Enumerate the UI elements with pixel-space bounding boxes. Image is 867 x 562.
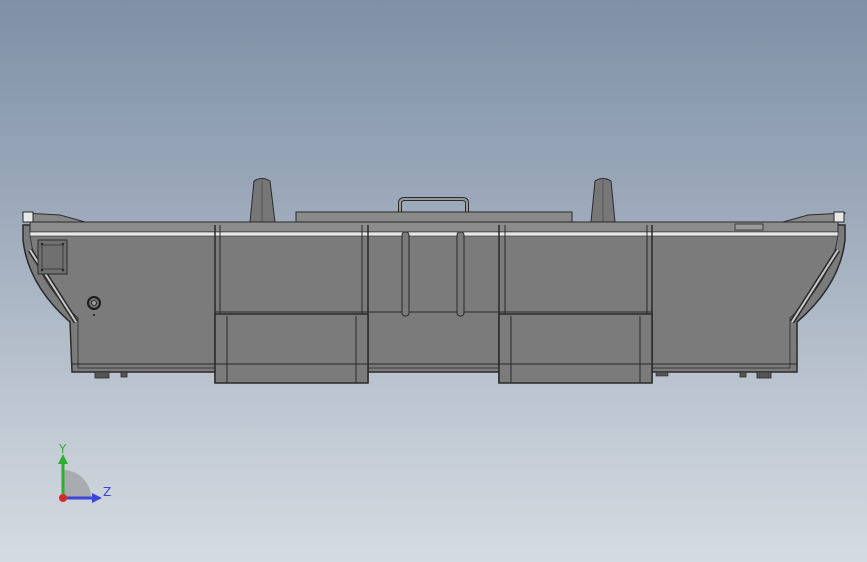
top-rail: [29, 231, 839, 237]
view-orientation-triad[interactable]: Y Z: [50, 440, 120, 510]
lower-box-right: [498, 313, 653, 384]
model-front-view[interactable]: [0, 0, 867, 562]
triad-quadrant: [63, 470, 91, 498]
hanging-rod-right: [456, 231, 465, 317]
y-axis-label: Y: [59, 442, 67, 456]
main-hull: [22, 224, 846, 373]
z-axis-label: Z: [103, 485, 112, 499]
hanging-rod-left: [401, 231, 410, 317]
lower-box-left: [214, 313, 369, 384]
top-plate: [295, 211, 573, 224]
top-handle: [398, 197, 469, 213]
x-axis-dot: [59, 494, 67, 502]
top-deck: [29, 221, 839, 233]
graphics-viewport[interactable]: Y Z: [0, 0, 867, 562]
